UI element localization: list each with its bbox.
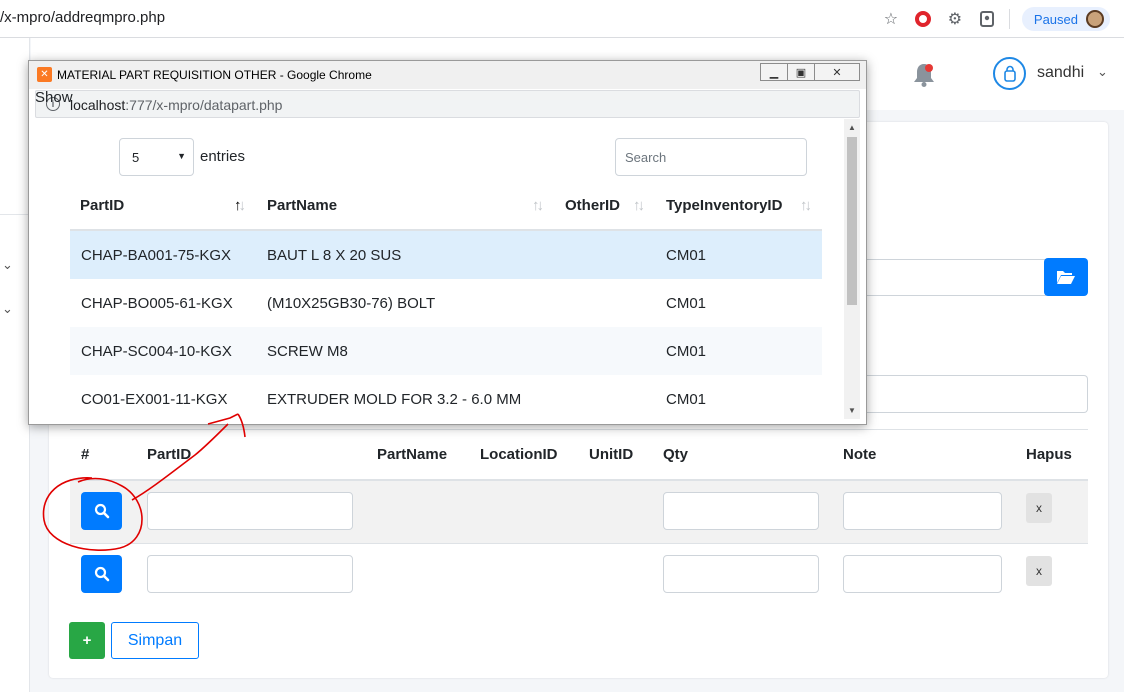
caret-down-icon: ▼ xyxy=(177,151,186,161)
dt-row[interactable]: CHAP-BO005-61-KGX (M10X25GB30-76) BOLT C… xyxy=(70,279,822,327)
qty-input[interactable] xyxy=(663,492,819,530)
popup-window-title: MATERIAL PART REQUISITION OTHER - Google… xyxy=(57,68,372,82)
bell-icon[interactable] xyxy=(912,62,936,88)
restore-icon[interactable]: ▣ xyxy=(787,63,815,81)
popup-url-host: localhost xyxy=(70,97,126,113)
show-label: Show xyxy=(35,89,73,106)
address-text: /x-mpro/addreqmpro.php xyxy=(0,9,166,26)
cell-partname: BAUT L 8 X 20 SUS xyxy=(267,247,402,264)
scroll-down-icon[interactable]: ▼ xyxy=(848,406,856,415)
cell-partid: CHAP-BO005-61-KGX xyxy=(81,295,233,312)
search-icon xyxy=(94,566,109,582)
opera-extension-icon[interactable] xyxy=(913,9,933,29)
dt-header-partid[interactable]: PartID xyxy=(80,197,124,214)
sidebar-divider xyxy=(0,214,30,215)
scroll-thumb[interactable] xyxy=(847,137,857,305)
add-row-button[interactable]: + xyxy=(69,622,105,659)
sidebar: ⌄ ⌄ xyxy=(0,38,30,692)
cell-partname: (M10X25GB30-76) BOLT xyxy=(267,295,436,312)
partid-input[interactable] xyxy=(147,555,353,593)
minimize-icon[interactable]: ▁ xyxy=(760,63,788,81)
folder-open-icon xyxy=(1057,271,1075,284)
column-header-locationid: LocationID xyxy=(480,446,558,463)
profile-paused-button[interactable]: Paused xyxy=(1021,7,1110,31)
popup-scrollbar[interactable]: ▲ ▼ xyxy=(844,119,860,419)
sort-icon[interactable]: ↑↓ xyxy=(532,197,544,214)
bookmark-star-icon[interactable]: ☆ xyxy=(881,9,901,29)
requisition-note-input[interactable] xyxy=(860,375,1088,413)
extension-gear-icon[interactable]: ⚙ xyxy=(945,9,965,29)
cell-partid: CHAP-SC004-10-KGX xyxy=(81,343,232,360)
popup-url-path: :777/x-mpro/datapart.php xyxy=(125,97,283,113)
delete-row-button[interactable]: x xyxy=(1026,493,1052,523)
dt-row[interactable]: CHAP-SC004-10-KGX SCREW M8 CM01 xyxy=(70,327,822,375)
sort-icon[interactable]: ↑↓ xyxy=(633,197,645,214)
toolbar-separator xyxy=(1008,9,1010,29)
cell-partname: SCREW M8 xyxy=(267,343,348,360)
delete-row-button[interactable]: x xyxy=(1026,556,1052,586)
dt-row[interactable]: CO01-EX001-11-KGX EXTRUDER MOLD FOR 3.2 … xyxy=(70,375,822,415)
table-row-divider xyxy=(70,543,1088,544)
scroll-up-icon[interactable]: ▲ xyxy=(848,123,856,132)
user-name[interactable]: sandhi xyxy=(1037,64,1084,82)
dt-header-otherid[interactable]: OtherID xyxy=(565,197,620,214)
user-chevron-down-icon[interactable]: ⌄ xyxy=(1097,64,1108,80)
sort-asc-icon[interactable]: ↑↓ xyxy=(234,197,246,214)
search-part-button[interactable] xyxy=(81,492,122,530)
column-header-unitid: UnitID xyxy=(589,446,634,463)
column-header-note: Note xyxy=(843,446,877,463)
entries-value: 5 xyxy=(132,150,140,165)
extension-shield-icon[interactable] xyxy=(977,9,997,29)
paused-label: Paused xyxy=(1033,11,1078,27)
popup-url-text: localhost:777/x-mpro/datapart.php xyxy=(70,97,282,113)
cell-partid: CHAP-BA001-75-KGX xyxy=(81,247,232,264)
search-part-button[interactable] xyxy=(81,555,122,593)
sidebar-chevron-down-icon[interactable]: ⌄ xyxy=(2,257,13,273)
dt-header-partname[interactable]: PartName xyxy=(267,197,337,214)
search-icon xyxy=(94,503,109,519)
entries-label: entries xyxy=(200,148,246,165)
column-header-qty: Qty xyxy=(663,446,689,463)
window-controls: ▁ ▣ ✕ xyxy=(760,63,860,81)
cell-typeinventoryid: CM01 xyxy=(666,295,707,312)
column-header-partname: PartName xyxy=(377,446,448,463)
browser-toolbar: /x-mpro/addreqmpro.php ☆ ⚙ Paused xyxy=(0,0,1124,38)
user-avatar-icon[interactable] xyxy=(993,57,1026,90)
datatable-search-input[interactable]: Search xyxy=(615,138,807,176)
save-button[interactable]: Simpan xyxy=(111,622,199,659)
qty-input[interactable] xyxy=(663,555,819,593)
note-input[interactable] xyxy=(843,492,1002,530)
dt-row[interactable]: CHAP-BA001-75-KGX BAUT L 8 X 20 SUS CM01 xyxy=(70,231,822,279)
column-header-hapus: Hapus xyxy=(1026,446,1072,463)
cell-typeinventoryid: CM01 xyxy=(666,391,707,408)
popup-title-bar[interactable]: ✕ MATERIAL PART REQUISITION OTHER - Goog… xyxy=(29,61,866,89)
close-icon[interactable]: ✕ xyxy=(814,63,860,81)
column-header-number: # xyxy=(81,446,90,463)
dt-header-typeinventoryid[interactable]: TypeInventoryID xyxy=(666,197,782,214)
requisition-field-input[interactable] xyxy=(860,259,1046,296)
column-header-partid: PartID xyxy=(147,446,192,463)
partid-input[interactable] xyxy=(147,492,353,530)
address-bar[interactable]: /x-mpro/addreqmpro.php xyxy=(0,9,165,26)
note-input[interactable] xyxy=(843,555,1002,593)
sort-icon[interactable]: ↑↓ xyxy=(800,197,812,214)
browser-extensions: ☆ ⚙ Paused xyxy=(881,7,1110,31)
cell-partname: EXTRUDER MOLD FOR 3.2 - 6.0 MM xyxy=(267,391,522,408)
cell-partid: CO01-EX001-11-KGX xyxy=(81,391,228,408)
cell-typeinventoryid: CM01 xyxy=(666,343,707,360)
xampp-icon: ✕ xyxy=(37,67,52,82)
entries-select[interactable]: 5 ▼ xyxy=(119,138,194,176)
profile-avatar xyxy=(1086,10,1104,28)
table-top-border xyxy=(70,429,1088,430)
cell-typeinventoryid: CM01 xyxy=(666,247,707,264)
browse-folder-button[interactable] xyxy=(1044,258,1088,296)
sidebar-chevron-down-icon[interactable]: ⌄ xyxy=(2,301,13,317)
popup-address-bar[interactable]: i localhost:777/x-mpro/datapart.php xyxy=(35,90,860,118)
